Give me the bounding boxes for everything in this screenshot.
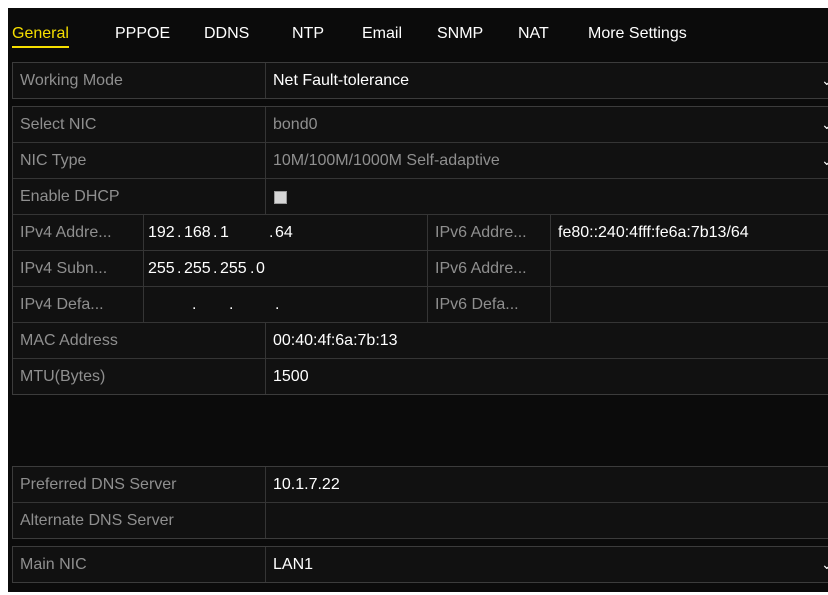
- ipv6-gateway-input[interactable]: [551, 287, 828, 322]
- ipv4-subnet-label: IPv4 Subn...: [13, 251, 144, 286]
- select-nic-row[interactable]: Select NIC bond0 ⌄: [13, 107, 828, 143]
- tab-pppoe[interactable]: PPPOE: [115, 8, 170, 50]
- tab-general[interactable]: General: [12, 8, 69, 50]
- tab-bar: General PPPOE DDNS NTP Email SNMP NAT Mo…: [8, 8, 828, 50]
- main-nic-group: Main NIC LAN1 ⌄: [12, 546, 828, 583]
- alternate-dns-label: Alternate DNS Server: [13, 503, 266, 538]
- preferred-dns-input[interactable]: 10.1.7.22: [266, 467, 828, 502]
- chevron-down-icon[interactable]: ⌄: [821, 547, 828, 582]
- ipv4-subnet-input[interactable]: 255 . 255 . 255 . 0: [144, 251, 428, 286]
- select-nic-select[interactable]: bond0: [266, 107, 828, 142]
- ipv4-address-label: IPv4 Addre...: [13, 215, 144, 250]
- network-settings-panel: General PPPOE DDNS NTP Email SNMP NAT Mo…: [8, 8, 828, 592]
- alternate-dns-row: Alternate DNS Server: [13, 503, 828, 538]
- ip-octet[interactable]: 192: [148, 215, 175, 250]
- ipv6-gateway-label: IPv6 Defa...: [428, 287, 551, 322]
- chevron-down-icon[interactable]: ⌄: [821, 107, 828, 142]
- mtu-row: MTU(Bytes) 1500: [13, 359, 828, 394]
- nic-settings-group: Select NIC bond0 ⌄ NIC Type 10M/100M/100…: [12, 106, 828, 395]
- preferred-dns-row: Preferred DNS Server 10.1.7.22: [13, 467, 828, 503]
- main-nic-select[interactable]: LAN1: [266, 547, 828, 582]
- ip-dot: .: [213, 260, 218, 277]
- tab-nat[interactable]: NAT: [518, 8, 549, 50]
- ip-octet[interactable]: 64: [275, 215, 293, 250]
- nic-type-select[interactable]: 10M/100M/1000M Self-adaptive: [266, 143, 828, 178]
- mtu-input[interactable]: 1500: [266, 359, 828, 394]
- ip-dot: .: [269, 224, 274, 241]
- ip-octet[interactable]: 255: [148, 251, 175, 286]
- ip-dot: .: [177, 260, 182, 277]
- mtu-label: MTU(Bytes): [13, 359, 266, 394]
- ipv6-address2-label: IPv6 Addre...: [428, 251, 551, 286]
- ip-address-row: IPv4 Addre... 192 . 168 . 1 . 64 IPv6 Ad…: [13, 215, 828, 251]
- chevron-down-icon[interactable]: ⌄: [821, 63, 828, 98]
- preferred-dns-label: Preferred DNS Server: [13, 467, 266, 502]
- tab-ntp[interactable]: NTP: [292, 8, 324, 50]
- ip-dot: .: [229, 296, 234, 313]
- tab-more-settings[interactable]: More Settings: [588, 8, 687, 50]
- ip-octet[interactable]: 1: [220, 215, 229, 250]
- gateway-row: IPv4 Defa... . . . IPv6 Defa...: [13, 287, 828, 323]
- checkbox-unchecked-icon[interactable]: [274, 191, 287, 204]
- ip-dot: .: [177, 224, 182, 241]
- ip-octet[interactable]: 0: [256, 251, 265, 286]
- ip-octet[interactable]: 255: [220, 251, 247, 286]
- main-nic-label: Main NIC: [13, 547, 266, 582]
- working-mode-select[interactable]: Net Fault-tolerance: [266, 63, 828, 98]
- chevron-down-icon[interactable]: ⌄: [821, 143, 828, 178]
- ip-octet[interactable]: 168: [184, 215, 211, 250]
- mac-address-row: MAC Address 00:40:4f:6a:7b:13: [13, 323, 828, 359]
- select-nic-label: Select NIC: [13, 107, 266, 142]
- ipv6-address2-input[interactable]: [551, 251, 828, 286]
- tab-snmp[interactable]: SNMP: [437, 8, 483, 50]
- ip-dot: .: [250, 260, 255, 277]
- subnet-row: IPv4 Subn... 255 . 255 . 255 . 0 IPv6 Ad…: [13, 251, 828, 287]
- enable-dhcp-label: Enable DHCP: [13, 179, 266, 214]
- ipv4-gateway-input[interactable]: . . .: [144, 287, 428, 322]
- ipv6-address1-label: IPv6 Addre...: [428, 215, 551, 250]
- ipv4-address-input[interactable]: 192 . 168 . 1 . 64: [144, 215, 428, 250]
- ip-octet[interactable]: 255: [184, 251, 211, 286]
- working-mode-label: Working Mode: [13, 63, 266, 98]
- ip-dot: .: [275, 296, 280, 313]
- working-mode-group: Working Mode Net Fault-tolerance ⌄: [12, 62, 828, 99]
- mac-address-label: MAC Address: [13, 323, 266, 358]
- enable-dhcp-row: Enable DHCP: [13, 179, 828, 215]
- tab-ddns[interactable]: DDNS: [204, 8, 249, 50]
- nic-type-row[interactable]: NIC Type 10M/100M/1000M Self-adaptive ⌄: [13, 143, 828, 179]
- ip-dot: .: [213, 224, 218, 241]
- alternate-dns-input[interactable]: [266, 503, 828, 538]
- ipv4-gateway-label: IPv4 Defa...: [13, 287, 144, 322]
- main-nic-row[interactable]: Main NIC LAN1 ⌄: [13, 547, 828, 582]
- nic-type-label: NIC Type: [13, 143, 266, 178]
- mac-address-value: 00:40:4f:6a:7b:13: [273, 332, 398, 349]
- working-mode-row[interactable]: Working Mode Net Fault-tolerance ⌄: [13, 63, 828, 98]
- tab-email[interactable]: Email: [362, 8, 402, 50]
- ipv6-address1-input[interactable]: fe80::240:4fff:fe6a:7b13/64: [551, 215, 828, 250]
- ip-dot: .: [192, 296, 197, 313]
- dns-group: Preferred DNS Server 10.1.7.22 Alternate…: [12, 466, 828, 539]
